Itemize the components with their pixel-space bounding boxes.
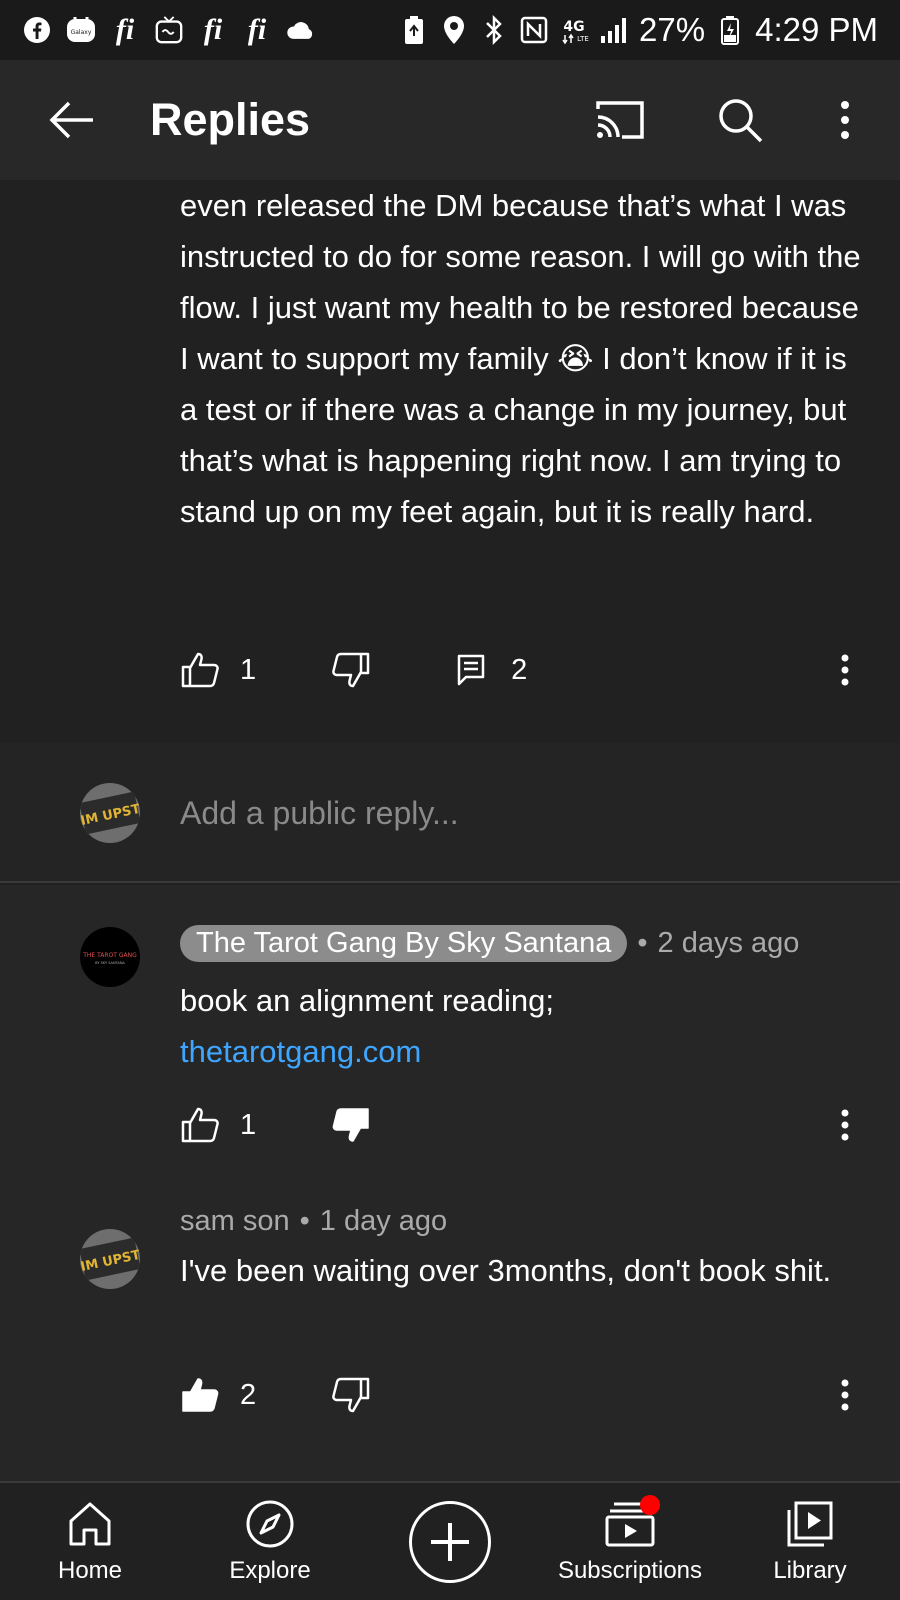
create-icon [431,1523,469,1561]
svg-text:Galaxy: Galaxy [71,29,92,36]
thumbs-up-icon [181,1107,219,1143]
avatar-logo-text: THE TAROT GANG [82,952,137,959]
thumbs-down-icon [332,1377,370,1413]
notification-dot [640,1495,660,1515]
galaxy-wearable-icon: Galaxy [66,15,96,45]
comment-actions: 1 2 [180,650,527,690]
battery-percent: 27% [639,11,706,48]
tv-icon [154,15,184,45]
author-name[interactable]: The Tarot Gang By Sky Santana [180,925,628,962]
fi-icon: fi [247,13,267,46]
author-name[interactable]: sam son [180,1205,290,1238]
create-button[interactable] [409,1501,491,1583]
thumbs-down-filled-icon [332,1108,369,1142]
cast-icon [596,101,644,139]
like-count: 2 [240,1378,257,1411]
thumbs-down-icon [332,652,370,688]
like-button[interactable] [180,1105,220,1145]
svg-text:4G: 4G [563,19,584,35]
facebook-icon [22,15,52,45]
reply-more-button[interactable] [830,1105,860,1145]
thumbs-up-icon [181,652,219,688]
search-button[interactable] [710,90,770,150]
like-button[interactable] [180,650,220,690]
fi-icon: fi [203,13,223,46]
page-title: Replies [150,94,311,145]
battery-icon [715,15,745,45]
more-vert-icon [841,101,849,139]
nav-label: Explore [229,1557,311,1584]
library-icon [785,1499,835,1549]
reply-link[interactable]: thetarotgang.com [180,1026,870,1077]
reply-meta: The Tarot Gang By Sky Santana • 2 days a… [180,925,799,962]
nav-home[interactable]: Home [40,1483,140,1600]
like-count: 1 [240,653,257,686]
back-button[interactable] [42,90,102,150]
search-icon [719,99,763,143]
status-left-icons: Galaxy fi fi fi [22,13,316,46]
svg-text:BY SKY SANTANA: BY SKY SANTANA [95,961,125,965]
comment-more-button[interactable] [830,650,860,690]
cast-button[interactable] [590,90,650,150]
location-icon [439,15,469,45]
reply-item: THE TAROT GANG BY SKY SANTANA The Tarot G… [0,885,900,1175]
battery-saver-icon [399,15,429,45]
more-vert-icon [841,654,849,686]
parent-comment: even released the DM because that’s what… [0,180,900,743]
avatar[interactable]: THE TAROT GANG BY SKY SANTANA [80,927,140,987]
nav-explore[interactable]: Explore [215,1483,325,1600]
more-vert-icon [841,1109,849,1141]
status-right-icons: 4G LTE 27% 4:29 PM [399,11,878,49]
back-arrow-icon [49,101,93,139]
thumbs-up-filled-icon [182,1378,219,1412]
comment-text: even released the DM because that’s what… [180,188,861,529]
bottom-navigation: Home Explore Subscriptions Library [0,1481,900,1600]
reply-input[interactable]: Add a public reply... [180,795,459,832]
signal-icon [599,15,629,45]
status-bar: Galaxy fi fi fi 4G LTE 27% 4:29 PM [0,0,900,60]
dislike-button[interactable] [331,1375,371,1415]
bluetooth-icon [479,15,509,45]
separator: • [299,1205,310,1237]
reply-count: 2 [511,653,528,686]
reply-more-button[interactable] [830,1375,860,1415]
reply-body: book an alignment reading; [180,983,554,1018]
network-type-icon: 4G LTE [559,15,589,45]
like-button[interactable] [180,1375,220,1415]
clock: 4:29 PM [755,11,878,48]
nav-label: Home [57,1557,123,1584]
nav-label: Subscriptions [557,1557,703,1584]
like-count: 1 [240,1108,257,1141]
reply-meta: sam son • 1 day ago [180,1205,447,1238]
timestamp: 2 days ago [657,927,800,959]
home-icon [65,1499,115,1549]
compass-icon [245,1499,295,1549]
reply-comment-icon [457,654,485,686]
reply-actions: 1 [180,1105,371,1145]
fi-icon: fi [115,13,135,46]
app-bar: Replies [0,60,900,180]
more-options-button[interactable] [815,90,875,150]
nav-library[interactable]: Library [755,1483,865,1600]
reply-body: I've been waiting over 3months, don't bo… [180,1253,832,1288]
reply-actions: 2 [180,1375,371,1415]
timestamp: 1 day ago [319,1205,448,1237]
reply-input-row: IM UPST Add a public reply... [0,743,900,883]
nfc-icon [519,15,549,45]
reply-text: book an alignment reading; thetarotgang.… [180,975,870,1077]
separator: • [637,927,648,959]
svg-text:LTE: LTE [577,35,589,43]
avatar: IM UPST [80,783,140,843]
dislike-button[interactable] [331,650,371,690]
reply-item: IM UPST sam son • 1 day ago I've been wa… [0,1175,900,1481]
avatar[interactable]: IM UPST [80,1229,140,1289]
nav-subscriptions[interactable]: Subscriptions [545,1483,715,1600]
dislike-button[interactable] [331,1105,371,1145]
more-vert-icon [841,1379,849,1411]
nav-label: Library [773,1557,847,1584]
cloud-icon [286,15,316,45]
reply-button[interactable] [451,650,491,690]
